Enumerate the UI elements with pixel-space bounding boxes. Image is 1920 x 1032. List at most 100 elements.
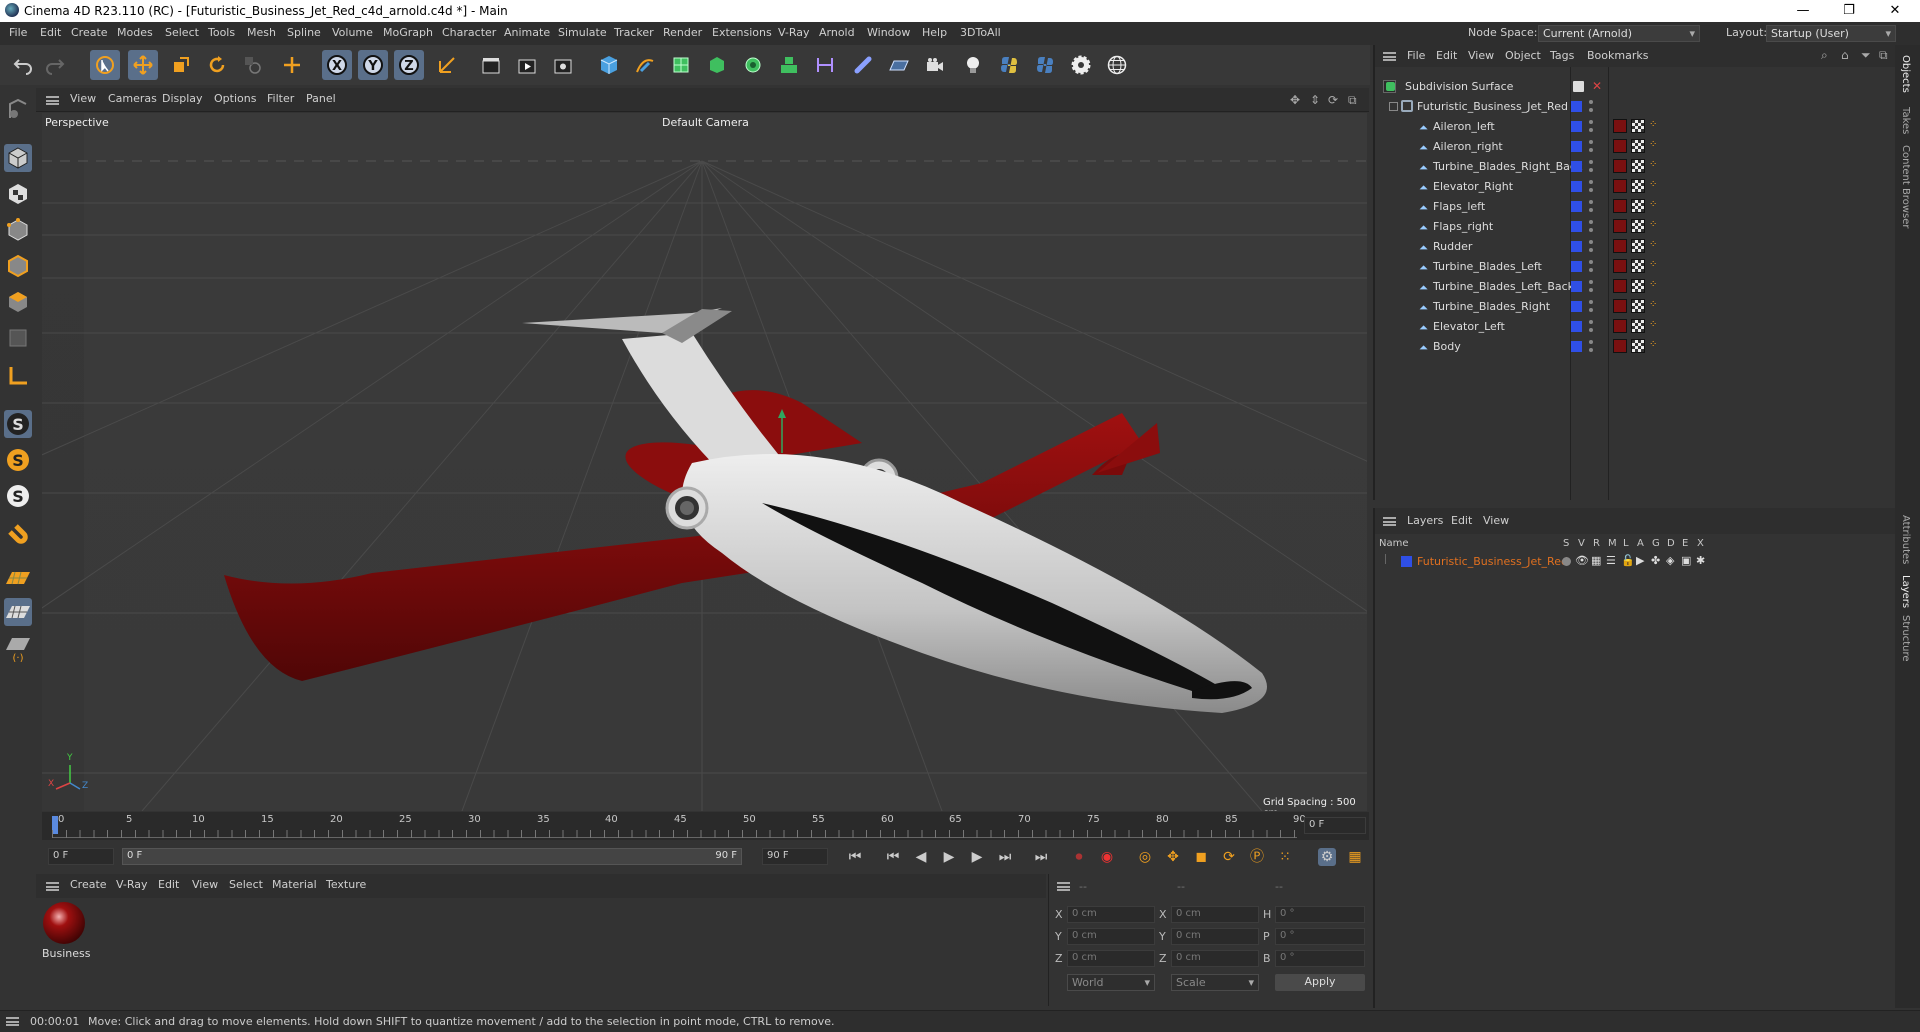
coord-mode-dropdown[interactable]: World [1067, 974, 1155, 991]
menu-3dtoall[interactable]: 3DToAll [960, 26, 1001, 39]
material-tag-icon[interactable] [1613, 239, 1627, 253]
material-menu-icon[interactable] [46, 882, 59, 891]
menu-help[interactable]: Help [922, 26, 947, 39]
coord-rot-p-field[interactable]: 0 ° [1275, 928, 1365, 945]
extrude-button[interactable] [702, 50, 732, 80]
mat-menu-create[interactable]: Create [70, 878, 107, 891]
key-parameter-button[interactable]: Ⓟ [1248, 848, 1266, 866]
subdivision-surface-button[interactable] [666, 50, 696, 80]
end-frame-field[interactable]: 90 F [762, 848, 828, 865]
motion-system-button[interactable]: ⚙ [1318, 848, 1336, 866]
coord-pos-x-field[interactable]: 0 cm [1067, 906, 1155, 923]
render-settings-button[interactable] [548, 50, 578, 80]
object-row-turbine-blades-right[interactable]: ⏶ Turbine_Blades_Right ⁘ [1375, 297, 1897, 317]
uvw-tag-icon[interactable] [1631, 259, 1645, 273]
make-editable-button[interactable] [4, 96, 32, 124]
texture-mode-button[interactable] [4, 180, 32, 208]
expression-icon[interactable]: ▣ [1681, 554, 1691, 567]
material-tag-icon[interactable] [1613, 219, 1627, 233]
obj-menu-bookmarks[interactable]: Bookmarks [1587, 49, 1648, 62]
grid-button[interactable] [4, 598, 32, 626]
object-row-turbine-blades-right-back[interactable]: ⏶ Turbine_Blades_Right_Back ⁘ [1375, 157, 1897, 177]
coord-transform-dropdown[interactable]: Scale [1171, 974, 1259, 991]
perspective-viewport[interactable]: Perspective Default Camera Grid Spacing … [42, 113, 1367, 811]
minimize-button[interactable]: — [1780, 0, 1826, 22]
polygon-mode-button[interactable] [4, 288, 32, 316]
apply-button[interactable]: Apply [1275, 974, 1365, 991]
layer-color-swatch[interactable] [1401, 556, 1412, 567]
menu-character[interactable]: Character [442, 26, 496, 39]
layer-color-swatch[interactable] [1571, 341, 1582, 352]
uvw-tag-icon[interactable] [1631, 179, 1645, 193]
undo-button[interactable] [8, 50, 38, 80]
coord-rot-h-field[interactable]: 0 ° [1275, 906, 1365, 923]
tab-attributes[interactable]: Attributes [1900, 515, 1911, 564]
go-to-start-button[interactable]: ⏮ [846, 848, 864, 866]
layer-color-swatch[interactable] [1571, 301, 1582, 312]
disable-x-icon[interactable]: ✕ [1592, 79, 1602, 93]
object-row-flaps-left[interactable]: ⏶ Flaps_left ⁘ [1375, 197, 1897, 217]
mat-menu-select[interactable]: Select [229, 878, 263, 891]
key-scale-button[interactable]: ◼ [1192, 848, 1210, 866]
viewport-menu-panel[interactable]: Panel [306, 92, 336, 105]
add-tool-button[interactable] [277, 50, 307, 80]
arnold-tag-icon[interactable]: ⁘ [1649, 139, 1657, 150]
floor-button[interactable] [884, 50, 914, 80]
coord-size-x-field[interactable]: 0 cm [1171, 906, 1259, 923]
magnet-button[interactable] [4, 524, 32, 552]
timeline-window-button[interactable]: ▦ [1346, 848, 1364, 866]
uv-mode-button[interactable] [4, 324, 32, 352]
status-menu-icon[interactable] [6, 1017, 19, 1026]
menu-extensions[interactable]: Extensions [712, 26, 772, 39]
tab-objects[interactable]: Objects [1900, 55, 1911, 93]
edit-check-icon[interactable] [1573, 81, 1584, 92]
go-to-end-button[interactable]: ⏭ [1032, 848, 1050, 866]
globe-button[interactable] [1102, 50, 1132, 80]
menu-volume[interactable]: Volume [332, 26, 373, 39]
arnold-tag-icon[interactable]: ⁘ [1649, 199, 1657, 210]
uvw-tag-icon[interactable] [1631, 199, 1645, 213]
menu-render[interactable]: Render [663, 26, 702, 39]
object-row-aileron-right[interactable]: ⏶ Aileron_right ⁘ [1375, 137, 1897, 157]
layer-color-swatch[interactable] [1571, 181, 1582, 192]
material-tag-icon[interactable] [1613, 319, 1627, 333]
current-frame-field[interactable]: 0 F [1304, 817, 1366, 834]
menu-select[interactable]: Select [165, 26, 199, 39]
uvw-tag-icon[interactable] [1631, 339, 1645, 353]
layer-color-swatch[interactable] [1571, 201, 1582, 212]
python-button[interactable] [994, 50, 1024, 80]
previous-frame-button[interactable]: ◀ [912, 848, 930, 866]
layout-dropdown[interactable]: Startup (User) [1766, 25, 1896, 42]
menu-tools[interactable]: Tools [208, 26, 235, 39]
xref-icon[interactable]: ✱ [1696, 554, 1705, 567]
tab-structure[interactable]: Structure [1900, 615, 1911, 662]
coord-size-y-field[interactable]: 0 cm [1171, 928, 1259, 945]
menu-modes[interactable]: Modes [117, 26, 153, 39]
solo-toggle[interactable] [1562, 557, 1571, 566]
uvw-tag-icon[interactable] [1631, 119, 1645, 133]
arnold-tag-icon[interactable]: ⁘ [1649, 279, 1657, 290]
search-icon[interactable]: ⌕ [1821, 48, 1828, 63]
filter-icon[interactable]: ⏷ [1861, 48, 1871, 63]
cube-button[interactable] [594, 50, 624, 80]
menu-create[interactable]: Create [71, 26, 108, 39]
menu-edit[interactable]: Edit [40, 26, 61, 39]
object-row-rudder[interactable]: ⏶ Rudder ⁘ [1375, 237, 1897, 257]
viewport-zoom-icon[interactable]: ⇕ [1310, 93, 1320, 107]
mat-menu-texture[interactable]: Texture [326, 878, 366, 891]
timeline-ruler[interactable]: 0 5 10 15 20 25 30 35 40 45 50 55 60 65 … [42, 812, 1369, 840]
material-tag-icon[interactable] [1613, 279, 1627, 293]
layer-color-swatch[interactable] [1571, 281, 1582, 292]
material-tag-icon[interactable] [1613, 259, 1627, 273]
key-rotation-button[interactable]: ⟳ [1220, 848, 1238, 866]
camera-label[interactable]: Default Camera [662, 116, 749, 129]
material-tag-icon[interactable] [1613, 159, 1627, 173]
rotate-tool-button[interactable] [202, 50, 232, 80]
uvw-tag-icon[interactable] [1631, 139, 1645, 153]
camera-button[interactable] [920, 50, 950, 80]
arnold-tag-icon[interactable]: ⁘ [1649, 259, 1657, 270]
material-tag-icon[interactable] [1613, 199, 1627, 213]
viewport-menu-view[interactable]: View [70, 92, 96, 105]
arnold-tag-icon[interactable]: ⁘ [1649, 159, 1657, 170]
material-tag-icon[interactable] [1613, 119, 1627, 133]
